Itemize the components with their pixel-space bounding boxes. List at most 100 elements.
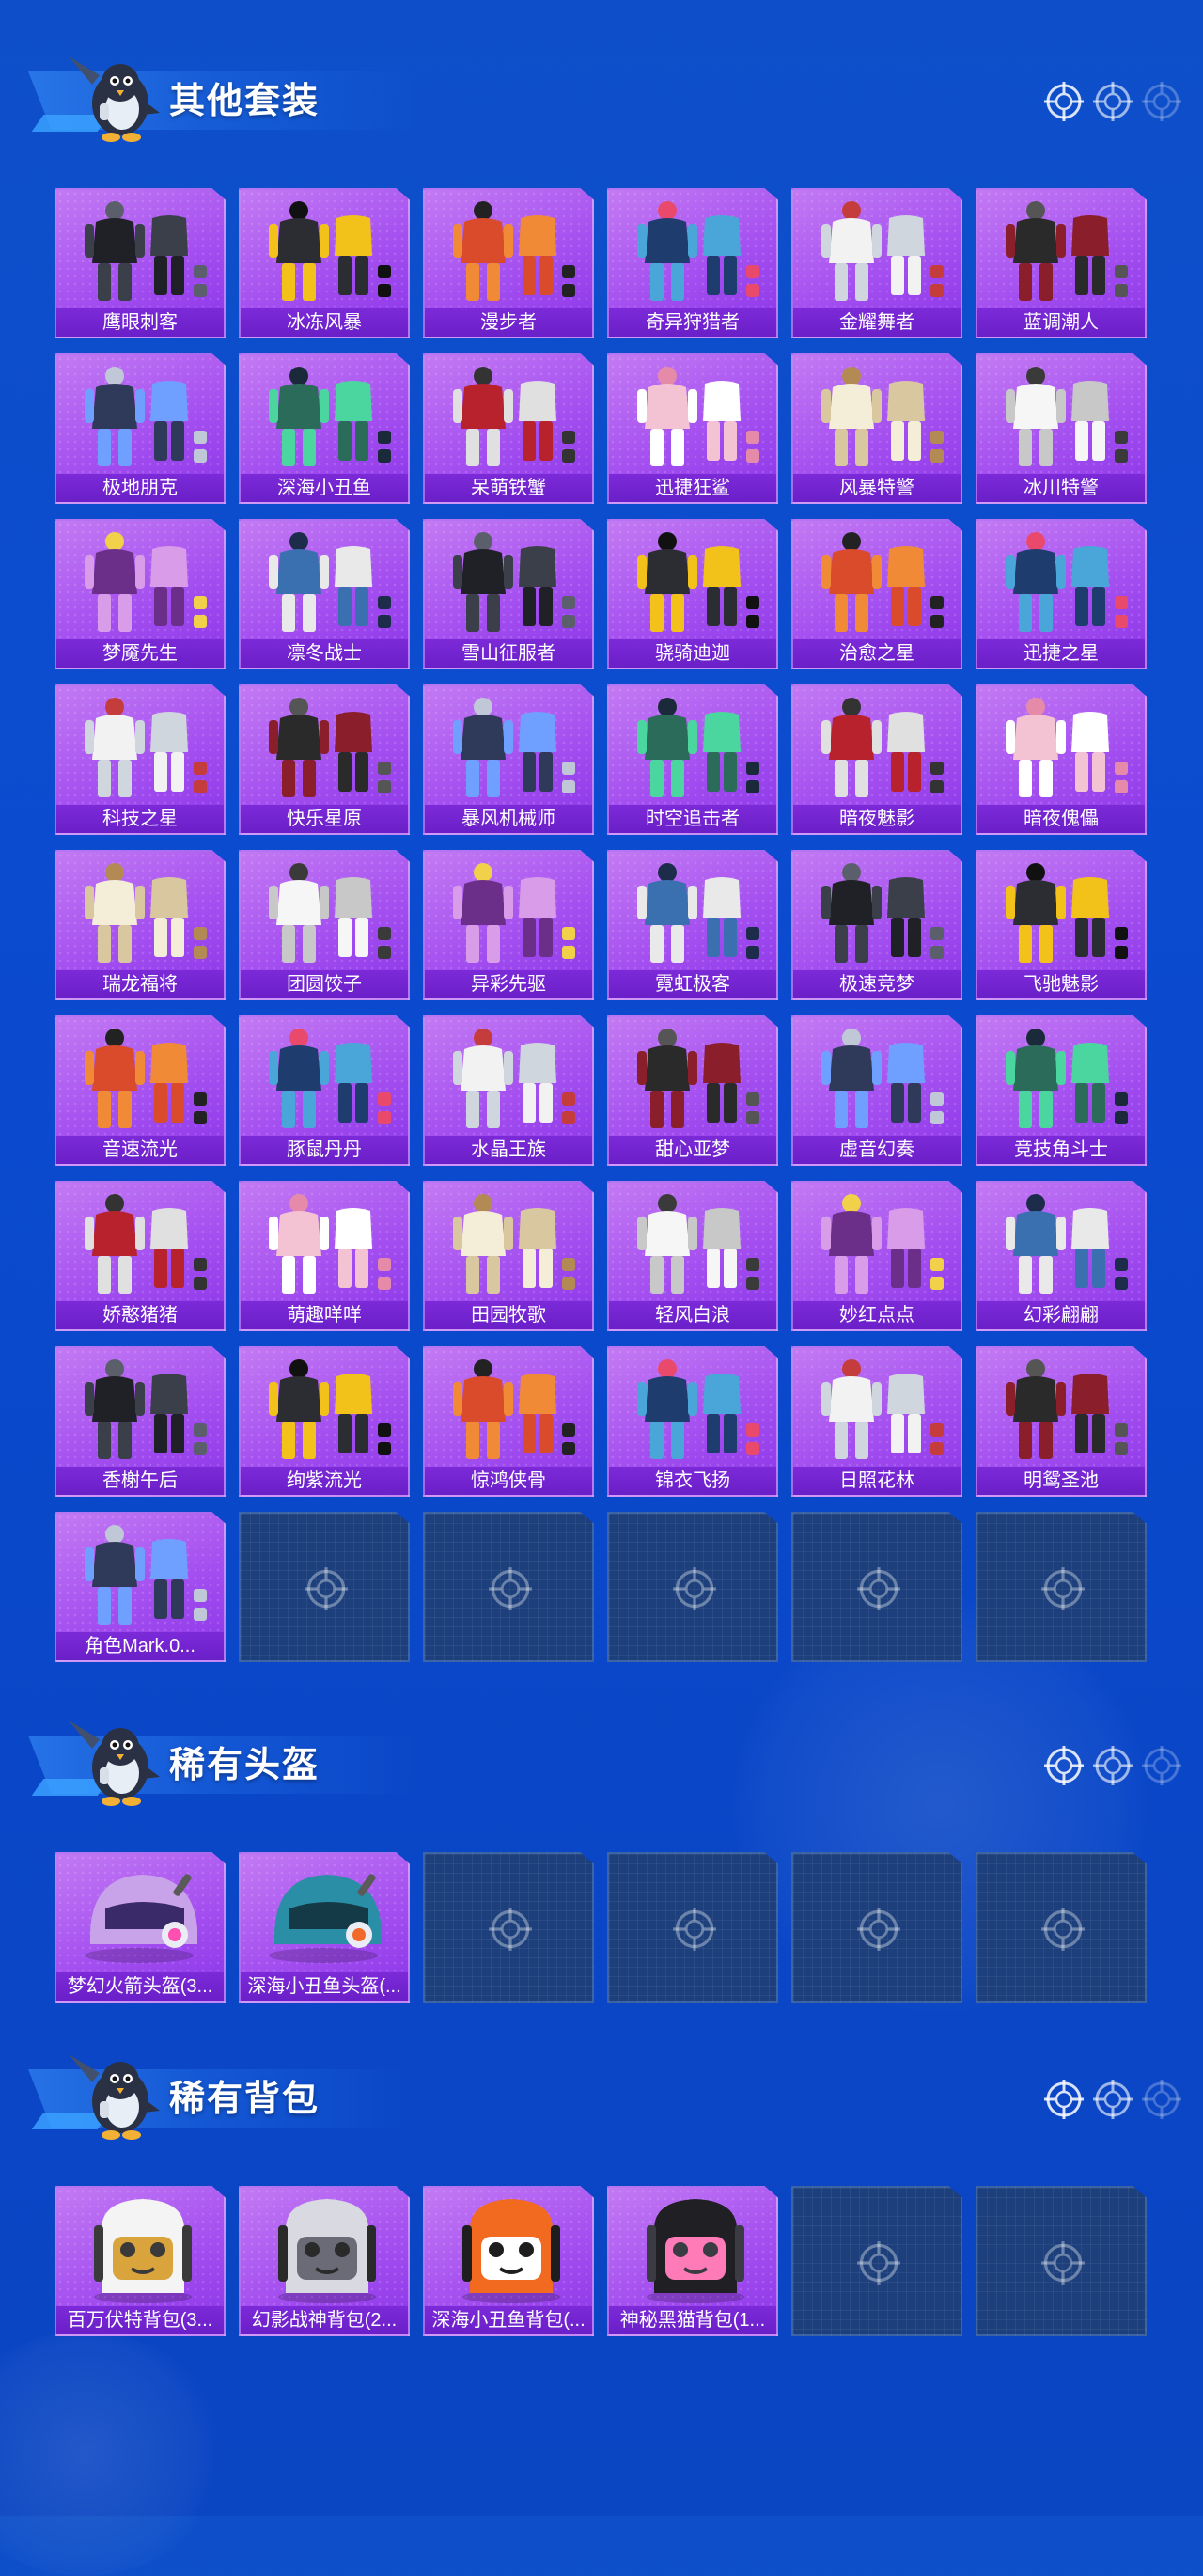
crosshair-icon [856,1566,901,1611]
item-thumbnail [56,1854,224,1974]
item-card[interactable]: 音速流光 [55,1015,226,1166]
item-card[interactable]: 蓝调潮人 [976,188,1147,338]
item-card[interactable]: 呆萌铁蟹 [423,353,594,504]
crosshair-icon [1043,81,1085,122]
item-card[interactable]: 极速竞梦 [791,850,962,1000]
item-card[interactable]: 骁骑迪迦 [607,519,778,669]
item-card[interactable]: 漫步者 [423,188,594,338]
item-label: 虚音幻奏 [793,1136,961,1164]
item-card[interactable]: 异彩先驱 [423,850,594,1000]
item-thumbnail [609,355,776,476]
item-card[interactable]: 轻风白浪 [607,1181,778,1331]
item-card[interactable]: 风暴特警 [791,353,962,504]
item-card[interactable]: 深海小丑鱼背包(... [423,2186,594,2336]
item-card[interactable]: 极地朋克 [55,353,226,504]
item-card[interactable]: 日照花林 [791,1346,962,1497]
empty-slot [976,1852,1147,2003]
item-thumbnail [793,1183,961,1303]
crosshair-icon [1092,2079,1133,2120]
item-card[interactable]: 锦衣飞扬 [607,1346,778,1497]
item-card[interactable]: 飞驰魅影 [976,850,1147,1000]
item-card[interactable]: 娇憨猪猪 [55,1181,226,1331]
item-card[interactable]: 迅捷狂鲨 [607,353,778,504]
item-label: 霓虹极客 [609,970,776,998]
item-card[interactable]: 惊鸿侠骨 [423,1346,594,1497]
penguin-mascot-icon [55,2045,167,2148]
empty-slot [423,1512,594,1662]
item-card[interactable]: 快乐星原 [239,684,410,835]
item-label: 百万伏特背包(3... [56,2306,224,2334]
item-card[interactable]: 治愈之星 [791,519,962,669]
item-label: 深海小丑鱼头盔(... [241,1972,408,2001]
item-card[interactable]: 冰川特警 [976,353,1147,504]
item-card[interactable]: 霓虹极客 [607,850,778,1000]
item-thumbnail [977,355,1145,476]
item-card[interactable]: 瑞龙福将 [55,850,226,1000]
item-thumbnail [977,1348,1145,1469]
item-card[interactable]: 竞技角斗士 [976,1015,1147,1166]
item-card[interactable]: 水晶王族 [423,1015,594,1166]
item-card[interactable]: 百万伏特背包(3... [55,2186,226,2336]
item-label: 飞驰魅影 [977,970,1145,998]
item-thumbnail [609,1017,776,1138]
item-card[interactable]: 暗夜傀儡 [976,684,1147,835]
item-card[interactable]: 豚鼠丹丹 [239,1015,410,1166]
item-thumbnail [56,1183,224,1303]
item-card[interactable]: 萌趣咩咩 [239,1181,410,1331]
item-card[interactable]: 凛冬战士 [239,519,410,669]
item-card[interactable]: 深海小丑鱼 [239,353,410,504]
item-thumbnail [977,1183,1145,1303]
crosshair-icon [1141,81,1182,122]
item-thumbnail [793,521,961,641]
item-card[interactable]: 角色Mark.0... [55,1512,226,1662]
item-card[interactable]: 神秘黑猫背包(1... [607,2186,778,2336]
item-label: 治愈之星 [793,639,961,668]
item-card[interactable]: 梦幻火箭头盔(3... [55,1852,226,2003]
item-card[interactable]: 冰冻风暴 [239,188,410,338]
item-card[interactable]: 奇异狩猎者 [607,188,778,338]
item-thumbnail [977,1017,1145,1138]
background-decoration [0,2332,226,2576]
empty-slot [607,1852,778,2003]
item-label: 时空追击者 [609,805,776,833]
item-thumbnail [793,852,961,972]
item-label: 角色Mark.0... [56,1632,224,1660]
item-label: 妙红点点 [793,1301,961,1329]
item-label: 田园牧歌 [425,1301,592,1329]
crosshair-icon [1092,1745,1133,1786]
item-card[interactable]: 时空追击者 [607,684,778,835]
item-label: 风暴特警 [793,474,961,502]
crosshair-icon [856,1907,901,1952]
item-thumbnail [241,2188,408,2308]
item-card[interactable]: 鹰眼刺客 [55,188,226,338]
item-card[interactable]: 幻彩翩翩 [976,1181,1147,1331]
item-label: 香榭午后 [56,1467,224,1495]
item-thumbnail [241,1183,408,1303]
item-card[interactable]: 香榭午后 [55,1346,226,1497]
item-thumbnail [609,686,776,807]
item-card[interactable]: 田园牧歌 [423,1181,594,1331]
item-thumbnail [609,1183,776,1303]
header-crosshair-group [1043,1745,1184,1786]
item-card[interactable]: 团圆饺子 [239,850,410,1000]
item-thumbnail [977,521,1145,641]
item-label: 幻影战神背包(2... [241,2306,408,2334]
item-card[interactable]: 迅捷之星 [976,519,1147,669]
item-card[interactable]: 幻影战神背包(2... [239,2186,410,2336]
item-card[interactable]: 明鸳圣池 [976,1346,1147,1497]
empty-slot [976,1512,1147,1662]
item-thumbnail [241,190,408,310]
item-card[interactable]: 虚音幻奏 [791,1015,962,1166]
item-card[interactable]: 雪山征服者 [423,519,594,669]
item-card[interactable]: 科技之星 [55,684,226,835]
item-card[interactable]: 金耀舞者 [791,188,962,338]
item-card[interactable]: 绚紫流光 [239,1346,410,1497]
crosshair-icon [1141,2079,1182,2120]
item-card[interactable]: 暴风机械师 [423,684,594,835]
item-card[interactable]: 暗夜魅影 [791,684,962,835]
item-card[interactable]: 妙红点点 [791,1181,962,1331]
item-card[interactable]: 梦魇先生 [55,519,226,669]
item-card[interactable]: 深海小丑鱼头盔(... [239,1852,410,2003]
item-card[interactable]: 甜心亚梦 [607,1015,778,1166]
item-label: 奇异狩猎者 [609,308,776,337]
